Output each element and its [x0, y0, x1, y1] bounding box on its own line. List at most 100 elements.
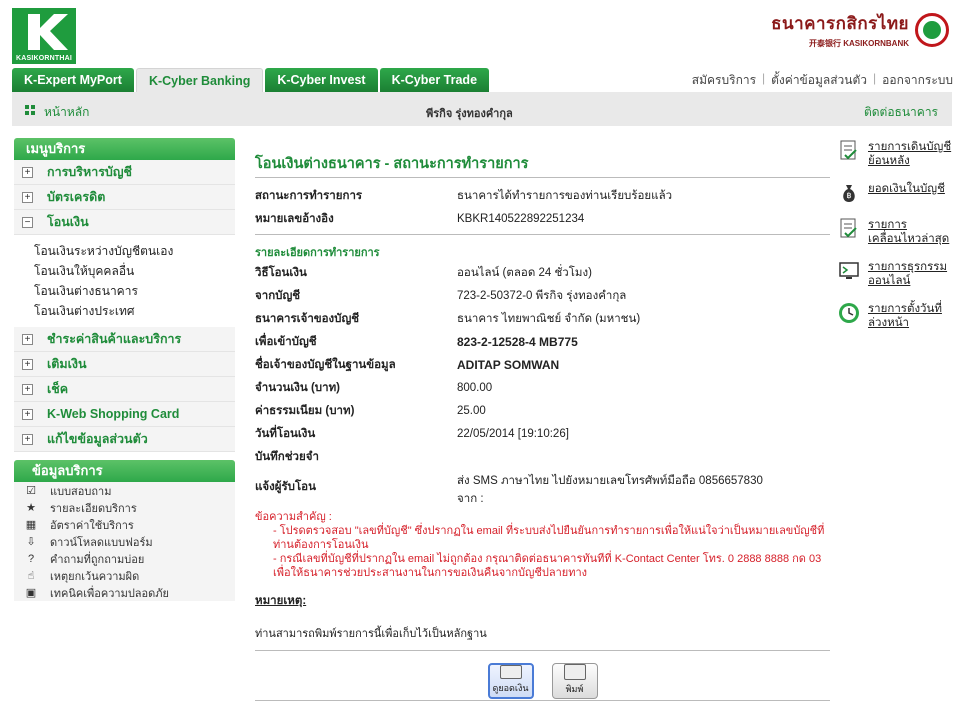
view-balance-label: ดูยอดเงิน: [492, 683, 529, 693]
expand-icon[interactable]: +: [22, 358, 33, 370]
tab-k-cyber-banking[interactable]: K-Cyber Banking: [135, 68, 264, 92]
quick-link-label: รายการธุรกรรมออนไลน์: [868, 261, 948, 287]
expand-icon[interactable]: +: [22, 333, 33, 345]
menu-item-credit-card[interactable]: + บัตรเครดิต: [14, 185, 235, 210]
register-link[interactable]: สมัครบริการ: [692, 71, 756, 90]
action-buttons: ดูยอดเงิน พิมพ์: [255, 663, 830, 699]
info-item-label: ดาวน์โหลดแบบฟอร์ม: [50, 536, 153, 549]
transfer-status-panel: โอนเงินต่างธนาคาร - สถานะการทำรายการ สถา…: [255, 138, 830, 699]
page-title: โอนเงินต่างธนาคาร - สถานะการทำรายการ: [255, 138, 830, 178]
bank-value: ธนาคาร ไทยพาณิชย์ จำกัด (มหาชน): [457, 312, 641, 325]
quick-links: รายการเดินบัญชีย้อนหลัง ฿ ยอดเงินในบัญชี…: [838, 140, 958, 344]
info-item-security-tips[interactable]: ▣ เทคนิคเพื่อความปลอดภัย: [14, 584, 235, 601]
k-logo-icon: [12, 8, 76, 54]
quick-link-scheduled[interactable]: รายการตั้งวันที่ล่วงหน้า: [838, 302, 958, 330]
print-button[interactable]: พิมพ์: [551, 663, 598, 699]
menu-item-account-management[interactable]: + การบริหารบัญชี: [14, 160, 235, 185]
info-item-faq[interactable]: ? คำถามที่ถูกถามบ่อย: [14, 550, 235, 567]
settings-link[interactable]: ตั้งค่าข้อมูลส่วนตัว: [771, 71, 867, 90]
bank-label: ธนาคารเจ้าของบัญชี: [255, 312, 360, 325]
info-item-disclaimer[interactable]: ☝ เหตุยกเว้นความผิด: [14, 567, 235, 584]
info-item-survey[interactable]: ☑ แบบสอบถาม: [14, 482, 235, 499]
from-account-label: จากบัญชี: [255, 289, 301, 302]
monitor-icon: [838, 260, 860, 282]
menu-item-label: เช็ค: [47, 382, 69, 396]
menu-item-label: บัตรเครดิต: [47, 190, 106, 204]
contact-bank-link[interactable]: ติดต่อธนาคาร: [864, 103, 938, 122]
service-info-box: ข้อมูลบริการ ☑ แบบสอบถาม ★ รายละเอียดบริ…: [14, 460, 235, 601]
service-info-title: ข้อมูลบริการ: [14, 460, 235, 482]
quick-link-label: รายการเดินบัญชีย้อนหลัง: [868, 141, 952, 167]
method-label: วิธีโอนเงิน: [255, 266, 307, 279]
notice-head: ข้อความสำคัญ :: [255, 511, 332, 523]
download-icon: ⇩: [26, 536, 36, 548]
expand-icon[interactable]: +: [22, 383, 33, 395]
money-bag-icon: ฿: [838, 182, 860, 204]
menu-item-label: โอนเงิน: [47, 215, 89, 229]
menu-item-top-up[interactable]: + เติมเงิน: [14, 352, 235, 377]
quick-link-balance[interactable]: ฿ ยอดเงินในบัญชี: [838, 182, 958, 204]
remark-heading: หมายเหตุ:: [255, 595, 307, 607]
detail-section-title: รายละเอียดการทำรายการ: [255, 247, 380, 259]
bank-brand: ธนาคารกสิกรไทย 开泰银行 KASIKORNBANK: [771, 10, 949, 49]
menu-item-label: K-Web Shopping Card: [47, 407, 180, 421]
amount-label: จำนวนเงิน (บาท): [255, 381, 340, 394]
fee-label: ค่าธรรมเนียม (บาท): [255, 404, 355, 417]
home-link[interactable]: หน้าหลัก: [44, 103, 89, 122]
info-item-label: อัตราค่าใช้บริการ: [50, 519, 134, 532]
menu-item-bill-payment[interactable]: + ชำระค่าสินค้าและบริการ: [14, 327, 235, 352]
notify-recipient-value: ส่ง SMS ภาษาไทย ไปยังหมายเลขโทรศัพท์มือถ…: [457, 472, 763, 508]
menu-item-label: การบริหารบัญชี: [47, 165, 132, 179]
transfer-date-value: 22/05/2014 [19:10:26]: [457, 427, 569, 440]
transfer-date-label: วันที่โอนเงิน: [255, 427, 316, 440]
menu-item-edit-profile[interactable]: + แก้ไขข้อมูลส่วนตัว: [14, 427, 235, 452]
expand-icon[interactable]: +: [22, 433, 33, 445]
submenu-other-person[interactable]: โอนเงินให้บุคคลอื่น: [34, 261, 235, 281]
expand-icon[interactable]: +: [22, 191, 33, 203]
submenu-own-accounts[interactable]: โอนเงินระหว่างบัญชีตนเอง: [34, 241, 235, 261]
collapse-icon[interactable]: −: [22, 216, 33, 228]
info-item-label: เหตุยกเว้นความผิด: [50, 570, 140, 583]
quick-link-online-transactions[interactable]: รายการธุรกรรมออนไลน์: [838, 260, 958, 288]
expand-icon[interactable]: +: [22, 166, 33, 178]
expand-icon[interactable]: +: [22, 408, 33, 420]
menu-item-k-web-shopping-card[interactable]: + K-Web Shopping Card: [14, 402, 235, 427]
notify-from-text: จาก :: [457, 493, 484, 505]
menu-item-label: แก้ไขข้อมูลส่วนตัว: [47, 432, 148, 446]
quick-link-statement[interactable]: รายการเดินบัญชีย้อนหลัง: [838, 140, 958, 168]
info-item-label: แบบสอบถาม: [50, 485, 112, 498]
tab-k-cyber-trade[interactable]: K-Cyber Trade: [379, 68, 490, 92]
bank-seal-icon: [915, 12, 949, 47]
info-item-service-details[interactable]: ★ รายละเอียดบริการ: [14, 499, 235, 516]
home-grid-icon[interactable]: [25, 105, 35, 115]
star-icon: ★: [26, 502, 36, 514]
quick-link-label: รายการเคลื่อนไหวล่าสุด: [868, 219, 950, 245]
logout-link[interactable]: ออกจากระบบ: [882, 71, 953, 90]
product-tabs: K-Expert MyPort K-Cyber Banking K-Cyber …: [12, 68, 490, 92]
top-links: สมัครบริการ | ตั้งค่าข้อมูลส่วนตัว | ออก…: [692, 71, 953, 90]
bank-name-thai: ธนาคารกสิกรไทย: [771, 14, 909, 33]
view-balance-button[interactable]: ดูยอดเงิน: [487, 663, 534, 699]
status-value: ธนาคารได้ทำรายการของท่านเรียบร้อยแล้ว: [457, 189, 673, 202]
status-label: สถานะการทำรายการ: [255, 189, 363, 202]
account-owner-label: ชื่อเจ้าของบัญชีในฐานข้อมูล: [255, 358, 396, 371]
info-item-download-forms[interactable]: ⇩ ดาวน์โหลดแบบฟอร์ม: [14, 533, 235, 550]
divider: |: [762, 71, 766, 85]
method-value: ออนไลน์ (ตลอด 24 ชั่วโมง): [457, 266, 592, 279]
tab-k-expert-myport[interactable]: K-Expert MyPort: [12, 68, 134, 92]
menu-item-transfer[interactable]: − โอนเงิน: [14, 210, 235, 235]
reference-value: KBKR140522892251234: [457, 212, 585, 225]
tab-k-cyber-invest[interactable]: K-Cyber Invest: [265, 68, 378, 92]
to-account-label: เพื่อเข้าบัญชี: [255, 335, 317, 348]
notice-line-1: - โปรดตรวจสอบ "เลขที่บัญชี" ซึ่งปรากฏใน …: [273, 525, 825, 551]
status-section: สถานะการทำรายการ ธนาคารได้ทำรายการของท่า…: [255, 178, 830, 235]
info-item-fees[interactable]: ▦ อัตราค่าใช้บริการ: [14, 516, 235, 533]
submenu-international[interactable]: โอนเงินต่างประเทศ: [34, 301, 235, 321]
divider: [255, 700, 830, 701]
menu-item-cheque[interactable]: + เช็ค: [14, 377, 235, 402]
submenu-other-bank[interactable]: โอนเงินต่างธนาคาร: [34, 281, 235, 301]
quick-link-recent-activity[interactable]: รายการเคลื่อนไหวล่าสุด: [838, 218, 958, 246]
transfer-submenu: โอนเงินระหว่างบัญชีตนเอง โอนเงินให้บุคคล…: [14, 235, 235, 327]
amount-value: 800.00: [457, 381, 493, 394]
service-menu-title: เมนูบริการ: [14, 138, 235, 160]
